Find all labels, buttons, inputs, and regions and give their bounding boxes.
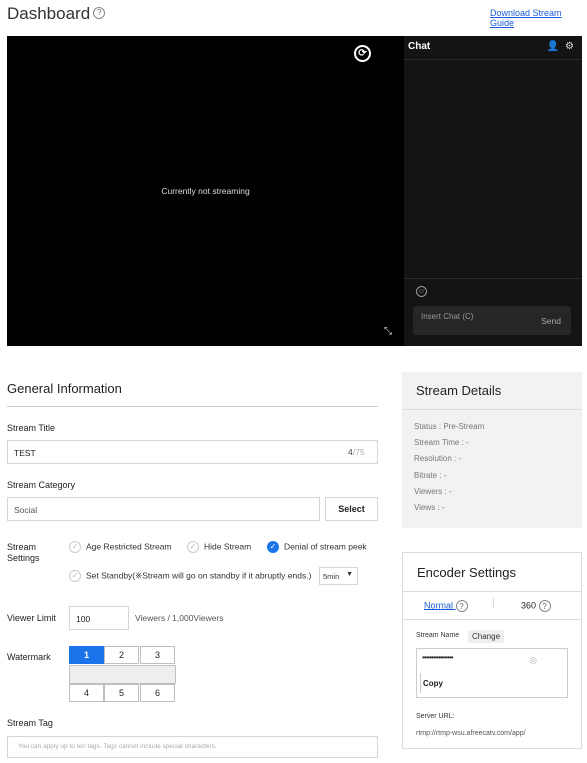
expand-icon[interactable]: ⤡ — [384, 326, 392, 337]
stream-tag-input[interactable]: You can apply up to ten tags. Tags canno… — [7, 736, 378, 758]
change-stream-key-button[interactable]: Change — [468, 630, 505, 643]
copy-divider — [420, 673, 421, 693]
user-list-icon[interactable]: 👤 — [547, 41, 559, 52]
settings-label-line1: Stream — [7, 542, 37, 552]
check-icon: ✓ — [187, 541, 199, 553]
quality-normal-label: Normal — [424, 600, 454, 611]
copy-button[interactable]: Copy — [423, 679, 443, 688]
chevron-down-icon: ▼ — [346, 571, 353, 578]
check-icon: ✓ — [69, 570, 81, 582]
stream-title-input[interactable]: TEST — [7, 440, 378, 464]
watermark-position-2[interactable]: 2 — [104, 646, 139, 664]
quality-tab-divider — [403, 619, 581, 620]
viewer-limit-label: Viewer Limit — [7, 613, 56, 623]
server-url-label: Server URL: — [416, 713, 455, 720]
age-restricted-checkbox[interactable]: ✓ Age Restricted Stream — [69, 541, 172, 553]
category-label: Stream Category — [7, 480, 76, 490]
encoder-settings-title: Encoder Settings — [417, 565, 517, 580]
settings-label-line2: Settings — [7, 553, 40, 563]
chat-input[interactable]: Insert Chat (C) Send — [413, 306, 571, 335]
page-title-wrap: Dashboard? — [7, 4, 106, 24]
stream-details-panel: Stream Details Status : Pre-Stream Strea… — [402, 372, 582, 528]
stream-details-divider — [402, 409, 582, 410]
standby-checkbox[interactable]: ✓ Set Standby(※Stream will go on standby … — [69, 570, 311, 582]
general-info-divider — [7, 406, 378, 407]
deny-peek-label: Denial of stream peek — [284, 541, 367, 552]
page-title: Dashboard — [7, 4, 91, 23]
server-url-value: rtmp://rtmp-wsu.afreecatv.com/app/ — [416, 730, 526, 737]
stream-tag-label: Stream Tag — [7, 718, 53, 728]
stream-key-box: ••••••••••••••••• ◎ Copy — [416, 648, 568, 698]
send-button[interactable]: Send — [541, 316, 561, 326]
stream-name-label: Stream Name — [416, 632, 460, 639]
viewer-limit-input[interactable]: 100 — [69, 606, 129, 630]
standby-time-value: 5min — [323, 572, 340, 581]
watermark-label: Watermark — [7, 652, 51, 662]
watermark-position-1[interactable]: 1 — [69, 646, 104, 664]
quality-tab-separator: | — [492, 598, 495, 609]
detail-viewers: Viewers : - — [414, 487, 452, 496]
watermark-position-3[interactable]: 3 — [140, 646, 175, 664]
general-info-title: General Information — [7, 381, 122, 396]
standby-time-select[interactable]: 5min ▼ — [319, 567, 358, 585]
hide-stream-checkbox[interactable]: ✓ Hide Stream — [187, 541, 251, 553]
chat-footer-divider — [404, 278, 582, 279]
watermark-position-5[interactable]: 5 — [104, 684, 139, 702]
deny-peek-checkbox[interactable]: ✓ Denial of stream peek — [267, 541, 367, 553]
check-icon: ✓ — [69, 541, 81, 553]
standby-label: Set Standby(※Stream will go on standby i… — [86, 570, 312, 581]
eye-off-icon[interactable]: ◎ — [529, 655, 537, 666]
stream-key-value: ••••••••••••••••• — [422, 653, 454, 662]
quality-360-label: 360 — [521, 600, 537, 611]
watermark-grid: 1 2 3 4 5 6 — [69, 646, 176, 702]
stream-title-label: Stream Title — [7, 423, 56, 433]
quality-tab-normal[interactable]: Normal ? — [424, 600, 468, 612]
detail-resolution: Resolution : - — [414, 454, 462, 463]
chat-input-placeholder: Insert Chat (C) — [421, 312, 474, 321]
stream-title-counter: 4/75 — [348, 447, 365, 457]
refresh-icon[interactable]: ⟳ — [354, 45, 371, 62]
encoder-settings-panel: Encoder Settings Normal ? | 360 ? Stream… — [402, 552, 582, 749]
age-restricted-label: Age Restricted Stream — [86, 541, 172, 552]
video-player[interactable]: ⟳ Currently not streaming ⤡ — [7, 36, 404, 346]
gear-icon[interactable]: ⚙ — [565, 41, 574, 52]
download-guide-link[interactable]: Download Stream Guide — [490, 8, 587, 28]
detail-views: Views : - — [414, 503, 445, 512]
title-char-max: /75 — [352, 447, 365, 457]
detail-stream-time: Stream Time : - — [414, 438, 469, 447]
help-icon[interactable]: ? — [93, 6, 106, 19]
help-icon[interactable]: ? — [538, 600, 551, 612]
player-status-message: Currently not streaming — [161, 186, 250, 196]
help-icon[interactable]: ? — [455, 600, 468, 612]
chat-title: Chat — [408, 41, 431, 52]
detail-bitrate: Bitrate : - — [414, 471, 447, 480]
detail-status: Status : Pre-Stream — [414, 422, 485, 431]
hide-stream-label: Hide Stream — [204, 541, 252, 552]
smiley-icon[interactable]: ☺ — [416, 286, 427, 297]
chat-header-divider — [404, 59, 582, 60]
watermark-position-4[interactable]: 4 — [69, 684, 104, 702]
viewer-limit-suffix: Viewers / 1,000Viewers — [135, 613, 224, 623]
chat-panel: Chat 👤 ⚙ ☺ Insert Chat (C) Send — [404, 36, 582, 346]
category-select-button[interactable]: Select — [325, 497, 378, 521]
category-input[interactable]: Social — [7, 497, 320, 521]
watermark-position-6[interactable]: 6 — [140, 684, 175, 702]
check-icon: ✓ — [267, 541, 279, 553]
encoder-title-divider — [403, 591, 581, 592]
stream-details-title: Stream Details — [416, 383, 502, 398]
watermark-center-row — [69, 665, 176, 684]
quality-tab-360[interactable]: 360 ? — [521, 600, 551, 612]
